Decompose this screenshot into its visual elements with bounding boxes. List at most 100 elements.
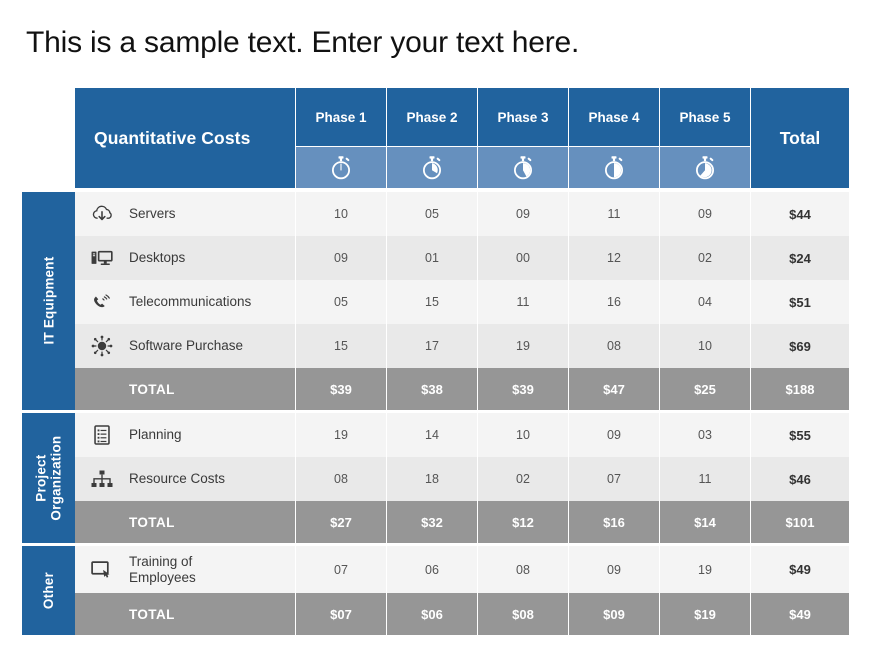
cell-phase-4: 12 xyxy=(568,236,659,280)
group-label-other: Other xyxy=(22,546,75,635)
phase-3-label: Phase 3 xyxy=(478,88,568,146)
group-total-grand: $49 xyxy=(750,593,849,635)
group-total-label: TOTAL xyxy=(75,501,295,543)
group-total-grand: $188 xyxy=(750,368,849,410)
group-total-phase-3: $08 xyxy=(477,593,568,635)
stopwatch-icon xyxy=(660,146,750,188)
column-header-phase-2[interactable]: Phase 2 xyxy=(386,88,477,188)
cell-row-total: $55 xyxy=(750,413,849,457)
telephone-icon xyxy=(87,292,117,312)
cell-phase-1: 08 xyxy=(295,457,386,501)
row-label: Desktops xyxy=(129,250,186,266)
cell-row-total: $51 xyxy=(750,280,849,324)
group-total-phase-5: $25 xyxy=(659,368,750,410)
cell-phase-5: 04 xyxy=(659,280,750,324)
group-label-text: Other xyxy=(40,571,56,609)
column-header-phase-1[interactable]: Phase 1 xyxy=(295,88,386,188)
cell-phase-3: 02 xyxy=(477,457,568,501)
cell-phase-1: 05 xyxy=(295,280,386,324)
cell-phase-3: 19 xyxy=(477,324,568,368)
table-row[interactable]: Resource Costs 08 18 02 07 11 $46 xyxy=(75,457,849,501)
table-row[interactable]: Planning 19 14 10 09 03 $55 xyxy=(75,413,849,457)
group-label-text: IT Equipment xyxy=(40,257,56,345)
clipboard-list-icon xyxy=(87,424,117,446)
row-label-cell: Resource Costs xyxy=(75,457,295,501)
group-total-phase-4: $47 xyxy=(568,368,659,410)
cell-phase-4: 16 xyxy=(568,280,659,324)
group-total-phase-4: $09 xyxy=(568,593,659,635)
group-total-phase-5: $19 xyxy=(659,593,750,635)
stopwatch-icon xyxy=(296,146,386,188)
group-total-label: TOTAL xyxy=(75,593,295,635)
row-label-cell: Servers xyxy=(75,192,295,236)
phase-4-label: Phase 4 xyxy=(569,88,659,146)
cell-phase-1: 10 xyxy=(295,192,386,236)
group-total-row-project-organization: TOTAL $27 $32 $12 $16 $14 $101 xyxy=(75,501,849,543)
quantitative-costs-table: Quantitative Costs Phase 1 Phase 2 Phase… xyxy=(22,88,849,635)
row-label-cell: Desktops xyxy=(75,236,295,280)
cell-phase-4: 09 xyxy=(568,546,659,593)
row-label: Servers xyxy=(129,206,176,222)
cell-phase-3: 08 xyxy=(477,546,568,593)
phase-2-label: Phase 2 xyxy=(387,88,477,146)
group-rows-project-organization: Planning 19 14 10 09 03 $55 Resource Cos… xyxy=(75,413,849,543)
cell-phase-2: 18 xyxy=(386,457,477,501)
row-label-cell: Planning xyxy=(75,413,295,457)
group-total-grand: $101 xyxy=(750,501,849,543)
table-corner-title: Quantitative Costs xyxy=(75,88,295,188)
stopwatch-icon xyxy=(569,146,659,188)
cell-phase-2: 01 xyxy=(386,236,477,280)
group-total-phase-1: $39 xyxy=(295,368,386,410)
group-label-text: Project Organization xyxy=(33,435,64,521)
table-row[interactable]: Software Purchase 15 17 19 08 10 $69 xyxy=(75,324,849,368)
cell-phase-3: 00 xyxy=(477,236,568,280)
cell-phase-2: 15 xyxy=(386,280,477,324)
cell-phase-4: 11 xyxy=(568,192,659,236)
column-header-phase-3[interactable]: Phase 3 xyxy=(477,88,568,188)
row-label-cell: Telecommunications xyxy=(75,280,295,324)
group-total-phase-2: $32 xyxy=(386,501,477,543)
cell-phase-1: 07 xyxy=(295,546,386,593)
cell-phase-3: 11 xyxy=(477,280,568,324)
cell-phase-2: 14 xyxy=(386,413,477,457)
phase-1-label: Phase 1 xyxy=(296,88,386,146)
cell-phase-1: 15 xyxy=(295,324,386,368)
row-label: Telecommunications xyxy=(129,294,252,310)
row-label: Resource Costs xyxy=(129,471,226,487)
group-total-row-other: TOTAL $07 $06 $08 $09 $19 $49 xyxy=(75,593,849,635)
group-total-phase-4: $16 xyxy=(568,501,659,543)
cell-phase-4: 07 xyxy=(568,457,659,501)
cell-row-total: $44 xyxy=(750,192,849,236)
presentation-board-icon xyxy=(87,560,117,580)
software-hub-icon xyxy=(87,335,117,357)
table-row[interactable]: Telecommunications 05 15 11 16 04 $51 xyxy=(75,280,849,324)
cell-phase-4: 08 xyxy=(568,324,659,368)
group-total-phase-5: $14 xyxy=(659,501,750,543)
group-total-phase-2: $06 xyxy=(386,593,477,635)
group-label-project-organization: Project Organization xyxy=(22,413,75,543)
cell-row-total: $69 xyxy=(750,324,849,368)
row-label-cell: Training of Employees xyxy=(75,546,295,593)
cell-phase-5: 09 xyxy=(659,192,750,236)
row-label: Planning xyxy=(129,427,182,443)
cell-phase-1: 09 xyxy=(295,236,386,280)
group-total-phase-1: $07 xyxy=(295,593,386,635)
table-row[interactable]: Servers 10 05 09 11 09 $44 xyxy=(75,192,849,236)
stopwatch-icon xyxy=(478,146,568,188)
group-label-it-equipment: IT Equipment xyxy=(22,192,75,410)
cell-phase-2: 05 xyxy=(386,192,477,236)
column-header-phase-4[interactable]: Phase 4 xyxy=(568,88,659,188)
group-total-phase-2: $38 xyxy=(386,368,477,410)
cloud-download-icon xyxy=(87,204,117,224)
cell-phase-2: 06 xyxy=(386,546,477,593)
cell-row-total: $49 xyxy=(750,546,849,593)
column-header-phase-5[interactable]: Phase 5 xyxy=(659,88,750,188)
table-header: Quantitative Costs Phase 1 Phase 2 Phase… xyxy=(75,88,849,188)
table-row[interactable]: Desktops 09 01 00 12 02 $24 xyxy=(75,236,849,280)
group-total-phase-3: $12 xyxy=(477,501,568,543)
org-chart-icon xyxy=(87,469,117,489)
cell-phase-5: 19 xyxy=(659,546,750,593)
group-total-phase-3: $39 xyxy=(477,368,568,410)
row-label: Training of Employees xyxy=(129,553,196,585)
table-row[interactable]: Training of Employees 07 06 08 09 19 $49 xyxy=(75,546,849,593)
